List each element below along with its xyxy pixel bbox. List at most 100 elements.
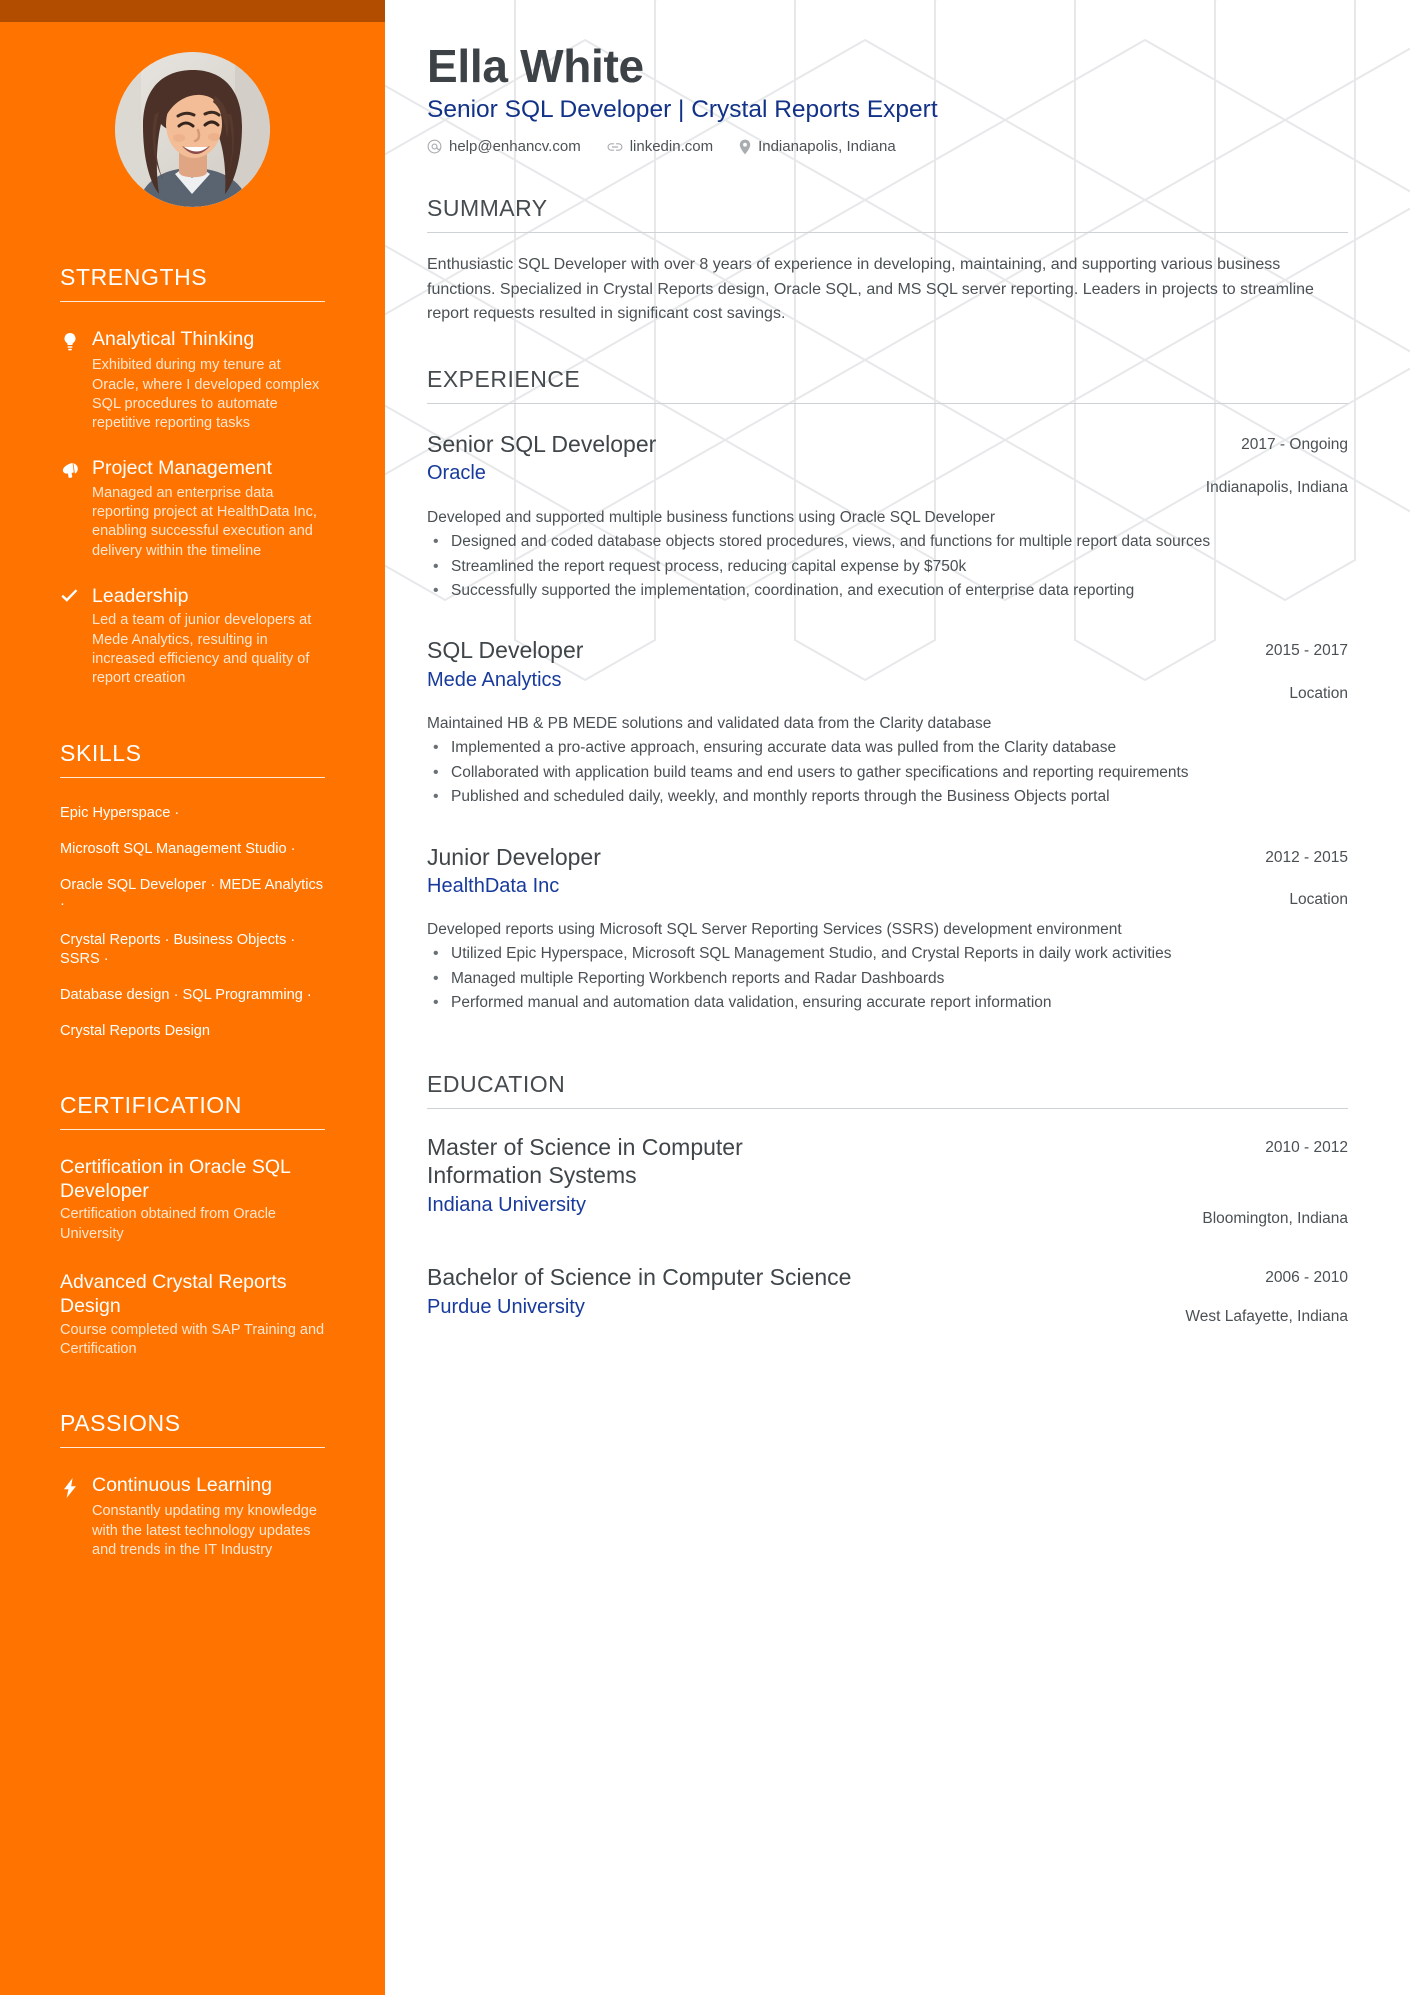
education-entry: Master of Science in Computer Informatio… — [427, 1133, 1348, 1229]
sidebar-top-stripe — [0, 0, 385, 22]
experience-bullet: Performed manual and automation data val… — [427, 991, 1348, 1015]
education-degree: Master of Science in Computer Informatio… — [427, 1133, 743, 1188]
experience-location: Indianapolis, Indiana — [1205, 479, 1348, 496]
experience-bullet: Collaborated with application build team… — [427, 761, 1348, 785]
experience-bullet: Streamlined the report request process, … — [427, 555, 1348, 579]
strengths-heading: STRENGTHS — [60, 264, 325, 303]
skill-line: Oracle SQL Developer · MEDE Analytics · — [60, 876, 324, 912]
experience-date: 2015 - 2017 — [1265, 642, 1348, 660]
skills-list: Epic Hyperspace · Microsoft SQL Manageme… — [60, 804, 325, 1041]
experience-summary: Developed reports using Microsoft SQL Se… — [427, 920, 1122, 938]
strength-item: Analytical Thinking Exhibited during my … — [60, 328, 325, 433]
certification-description: Course completed with SAP Training and C… — [60, 1321, 325, 1357]
summary-heading: SUMMARY — [427, 195, 1348, 234]
skill-line: Database design · SQL Programming · — [60, 986, 312, 1003]
education-heading: EDUCATION — [427, 1071, 1348, 1109]
contact-location-text: Indianapolis, Indiana — [758, 138, 896, 156]
certification-title: Advanced Crystal Reports Design — [60, 1270, 287, 1317]
certification-list: Certification in Oracle SQL Developer Ce… — [60, 1156, 325, 1359]
strength-title: Project Management — [92, 457, 272, 480]
resume-page: STRENGTHS Analytical Thinking Exhibited … — [0, 0, 1410, 1995]
certification-section: CERTIFICATION Certification in Oracle SQ… — [60, 1092, 325, 1360]
main-content: Ella White Senior SQL Developer | Crysta… — [385, 0, 1410, 1995]
experience-job-title: Junior Developer — [427, 843, 601, 870]
resume-header: Ella White Senior SQL Developer | Crysta… — [427, 40, 1348, 156]
experience-bullet: Published and scheduled daily, weekly, a… — [427, 785, 1348, 809]
summary-text: Enthusiastic SQL Developer with over 8 y… — [427, 256, 1314, 323]
passion-title: Continuous Learning — [92, 1474, 272, 1497]
summary-section: SUMMARY Enthusiastic SQL Developer with … — [427, 195, 1348, 326]
education-date: 2010 - 2012 — [1265, 1138, 1348, 1156]
experience-company[interactable]: Oracle — [427, 461, 1182, 485]
avatar — [115, 52, 270, 207]
professional-headline: Senior SQL Developer | Crystal Reports E… — [427, 96, 938, 124]
strength-title: Leadership — [92, 584, 189, 607]
certification-description: Certification obtained from Oracle Unive… — [60, 1206, 276, 1242]
strength-description: Managed an enterprise data reporting pro… — [92, 484, 317, 559]
strength-description: Exhibited during my tenure at Oracle, wh… — [92, 357, 320, 432]
experience-location: Location — [1289, 685, 1348, 703]
link-icon — [607, 140, 623, 154]
passion-description: Constantly updating my knowledge with th… — [92, 1503, 317, 1558]
education-section: EDUCATION Master of Science in Computer … — [427, 1071, 1348, 1327]
experience-bullet: Designed and coded database objects stor… — [427, 530, 1348, 554]
experience-section: EXPERIENCE Senior SQL Developer Oracle 2… — [427, 366, 1348, 1015]
experience-company[interactable]: HealthData Inc — [427, 874, 1241, 898]
certification-title: Certification in Oracle SQL Developer — [60, 1155, 291, 1202]
education-entry: Bachelor of Science in Computer Science … — [427, 1263, 1348, 1327]
experience-summary: Developed and supported multiple busines… — [427, 508, 996, 526]
certification-item: Certification in Oracle SQL Developer Ce… — [60, 1156, 325, 1244]
experience-bullet: Utilized Epic Hyperspace, Microsoft SQL … — [427, 942, 1348, 966]
experience-entry: Junior Developer HealthData Inc 2012 - 2… — [427, 843, 1348, 1015]
avatar-container — [0, 52, 385, 207]
experience-summary: Maintained HB & PB MEDE solutions and va… — [427, 714, 992, 732]
experience-bullet: Managed multiple Reporting Workbench rep… — [427, 967, 1348, 991]
checkmark-icon — [60, 585, 79, 605]
passions-section: PASSIONS Continuous Learning Constantly … — [60, 1410, 325, 1560]
experience-company[interactable]: Mede Analytics — [427, 668, 1241, 692]
certification-item: Advanced Crystal Reports Design Course c… — [60, 1271, 325, 1359]
page-title: Ella White — [427, 40, 644, 92]
experience-bullets: Implemented a pro-active approach, ensur… — [427, 736, 1348, 809]
avatar-illustration — [115, 52, 270, 207]
contact-email-text: help@enhancv.com — [449, 138, 581, 156]
experience-entry: SQL Developer Mede Analytics 2015 - 2017… — [427, 636, 1348, 808]
experience-entry: Senior SQL Developer Oracle 2017 - Ongoi… — [427, 430, 1348, 602]
contact-row: help@enhancv.com linkedin.com Indianapol… — [427, 138, 1348, 155]
education-school[interactable]: Purdue University — [427, 1295, 1161, 1319]
skills-heading: SKILLS — [60, 740, 325, 778]
education-school[interactable]: Indiana University — [427, 1193, 1178, 1217]
strength-item: Project Management Managed an enterprise… — [60, 457, 325, 561]
location-pin-icon — [739, 139, 751, 155]
contact-email[interactable]: help@enhancv.com — [427, 138, 581, 155]
experience-date: 2017 - Ongoing — [1241, 436, 1348, 454]
passion-item: Continuous Learning Constantly updating … — [60, 1474, 325, 1560]
experience-bullet: Implemented a pro-active approach, ensur… — [427, 736, 1348, 760]
lightbulb-icon — [60, 328, 79, 352]
at-icon — [427, 139, 442, 154]
experience-job-title: SQL Developer — [427, 637, 584, 664]
experience-date: 2012 - 2015 — [1265, 848, 1348, 866]
experience-job-title: Senior SQL Developer — [427, 431, 657, 458]
skill-line: Crystal Reports Design — [60, 1022, 211, 1039]
passions-heading: PASSIONS — [60, 1410, 325, 1449]
strength-description: Led a team of junior developers at Mede … — [92, 612, 312, 687]
sidebar: STRENGTHS Analytical Thinking Exhibited … — [0, 0, 385, 1995]
experience-bullets: Designed and coded database objects stor… — [427, 530, 1348, 603]
experience-bullets: Utilized Epic Hyperspace, Microsoft SQL … — [427, 942, 1348, 1015]
skill-line: Microsoft SQL Management Studio · — [60, 840, 296, 857]
education-date: 2006 - 2010 — [1265, 1268, 1348, 1286]
skill-line: Epic Hyperspace · — [60, 804, 180, 821]
contact-linkedin[interactable]: linkedin.com — [607, 138, 713, 155]
contact-linkedin-text: linkedin.com — [629, 138, 714, 156]
experience-bullet: Successfully supported the implementatio… — [427, 579, 1348, 603]
education-degree: Bachelor of Science in Computer Science — [427, 1263, 852, 1290]
skills-section: SKILLS Epic Hyperspace · Microsoft SQL M… — [60, 740, 325, 1041]
strengths-section: STRENGTHS Analytical Thinking Exhibited … — [60, 264, 325, 689]
megaphone-icon — [60, 457, 79, 479]
experience-heading: EXPERIENCE — [427, 366, 1348, 405]
experience-location: Location — [1289, 891, 1348, 909]
lightning-bolt-icon — [60, 1474, 79, 1499]
certification-heading: CERTIFICATION — [60, 1092, 325, 1130]
skill-line: Crystal Reports · Business Objects · SSR… — [60, 931, 296, 967]
